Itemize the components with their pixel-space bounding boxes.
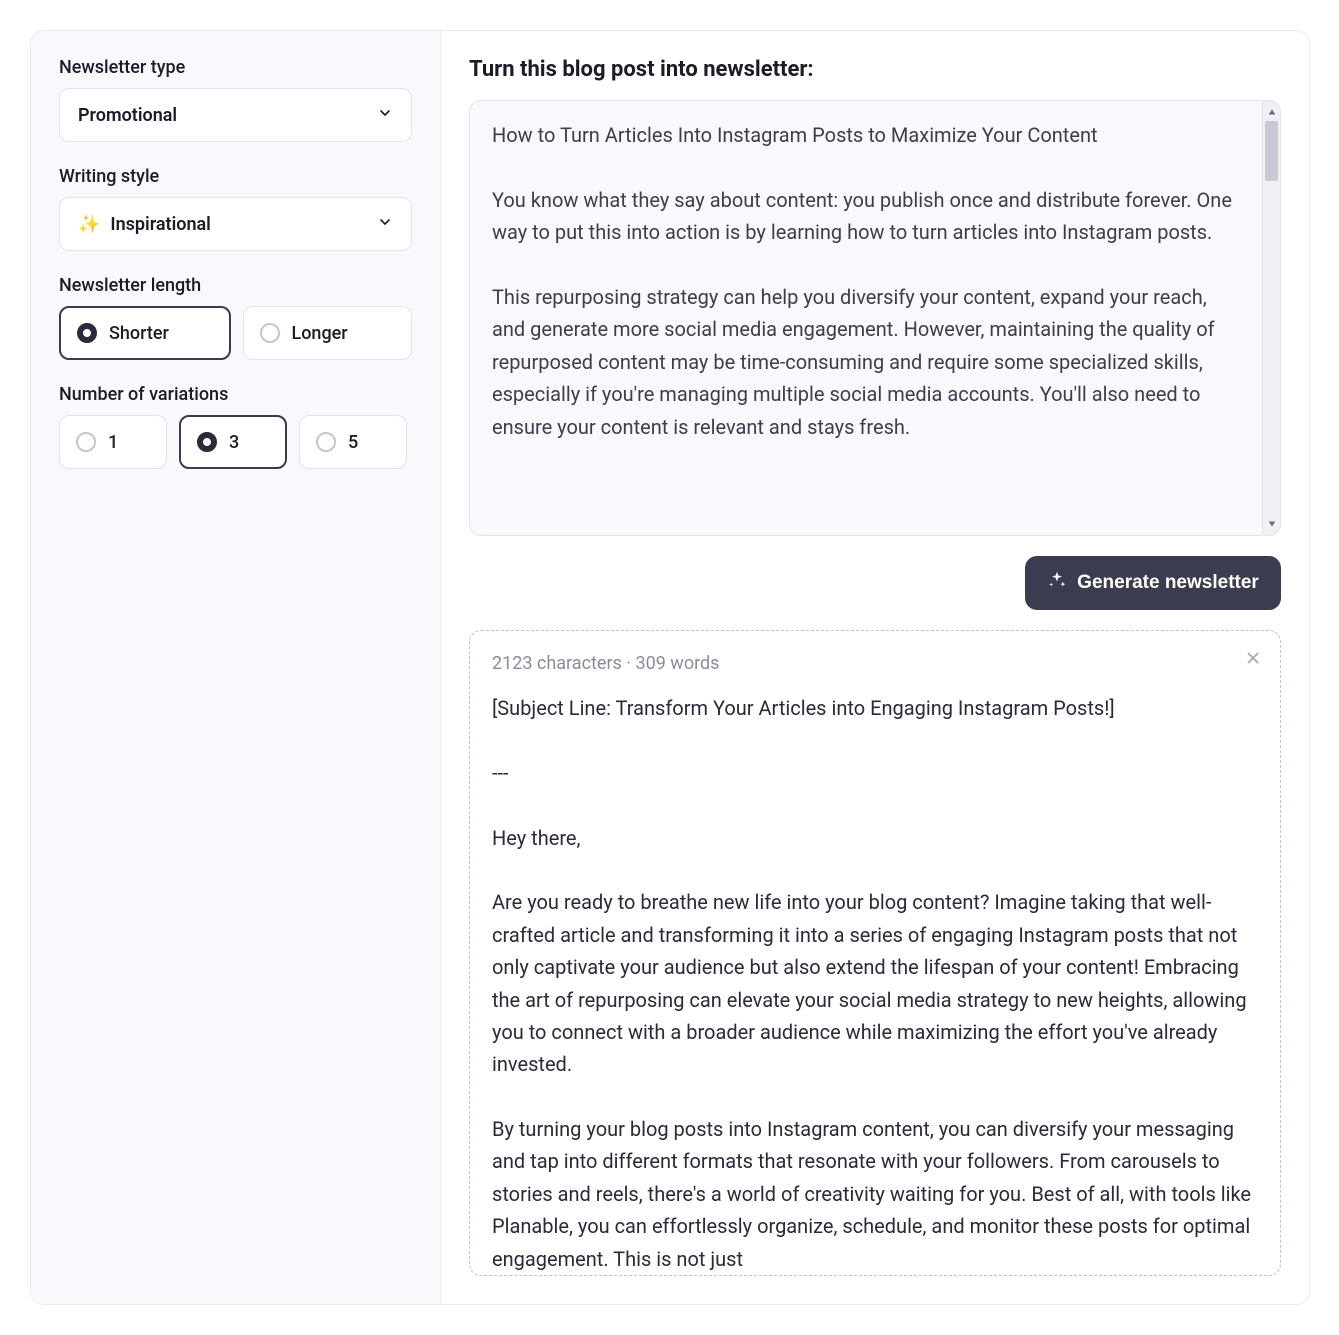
variations-label: Number of variations bbox=[59, 384, 412, 405]
scroll-up-button[interactable] bbox=[1263, 103, 1280, 121]
result-characters: 2123 characters bbox=[492, 653, 622, 674]
variations-option-3[interactable]: 3 bbox=[179, 415, 287, 469]
chevron-down-icon bbox=[377, 214, 393, 235]
length-options: Shorter Longer bbox=[59, 306, 412, 360]
writing-style-label: Writing style bbox=[59, 166, 412, 187]
newsletter-type-value: Promotional bbox=[78, 105, 177, 126]
variations-option-label: 5 bbox=[348, 432, 358, 453]
length-option-shorter[interactable]: Shorter bbox=[59, 306, 231, 360]
variations-option-label: 1 bbox=[108, 432, 118, 453]
result-meta: 2123 characters · 309 words bbox=[492, 653, 1258, 674]
actions-row: Generate newsletter bbox=[469, 556, 1281, 610]
writing-style-select[interactable]: ✨ Inspirational bbox=[59, 197, 412, 251]
writing-style-value: Inspirational bbox=[110, 214, 210, 235]
scroll-track[interactable] bbox=[1263, 121, 1280, 515]
result-card: 2123 characters · 309 words [Subject Lin… bbox=[469, 630, 1281, 1276]
chevron-down-icon bbox=[377, 105, 393, 126]
scrollbar[interactable] bbox=[1262, 101, 1280, 535]
scroll-down-button[interactable] bbox=[1263, 515, 1280, 533]
result-separator: · bbox=[622, 653, 636, 674]
variations-option-5[interactable]: 5 bbox=[299, 415, 407, 469]
result-body: [Subject Line: Transform Your Articles i… bbox=[492, 692, 1258, 1275]
scroll-thumb[interactable] bbox=[1265, 121, 1278, 181]
main-title: Turn this blog post into newsletter: bbox=[469, 57, 1281, 82]
main-panel: Turn this blog post into newsletter: How… bbox=[441, 31, 1309, 1304]
source-textarea[interactable]: How to Turn Articles Into Instagram Post… bbox=[469, 100, 1281, 536]
variations-option-label: 3 bbox=[229, 432, 239, 453]
sidebar: Newsletter type Promotional Writing styl… bbox=[31, 31, 441, 1304]
length-option-label: Shorter bbox=[109, 323, 169, 344]
newsletter-type-select[interactable]: Promotional bbox=[59, 88, 412, 142]
radio-unselected-icon bbox=[76, 432, 96, 452]
app-card: Newsletter type Promotional Writing styl… bbox=[30, 30, 1310, 1305]
variations-options: 1 3 5 bbox=[59, 415, 412, 469]
radio-unselected-icon bbox=[260, 323, 280, 343]
variations-option-1[interactable]: 1 bbox=[59, 415, 167, 469]
newsletter-length-label: Newsletter length bbox=[59, 275, 412, 296]
source-text-content: How to Turn Articles Into Instagram Post… bbox=[470, 101, 1262, 535]
radio-selected-icon bbox=[77, 323, 97, 343]
result-words: 309 words bbox=[635, 653, 719, 674]
length-option-label: Longer bbox=[292, 323, 348, 344]
radio-unselected-icon bbox=[316, 432, 336, 452]
sparkle-emoji-icon: ✨ bbox=[78, 214, 100, 235]
generate-newsletter-button[interactable]: Generate newsletter bbox=[1025, 556, 1281, 610]
newsletter-type-label: Newsletter type bbox=[59, 57, 412, 78]
length-option-longer[interactable]: Longer bbox=[243, 306, 413, 360]
radio-selected-icon bbox=[197, 432, 217, 452]
generate-button-label: Generate newsletter bbox=[1077, 572, 1259, 594]
sparkles-icon bbox=[1047, 570, 1067, 596]
close-result-button[interactable] bbox=[1244, 649, 1262, 672]
